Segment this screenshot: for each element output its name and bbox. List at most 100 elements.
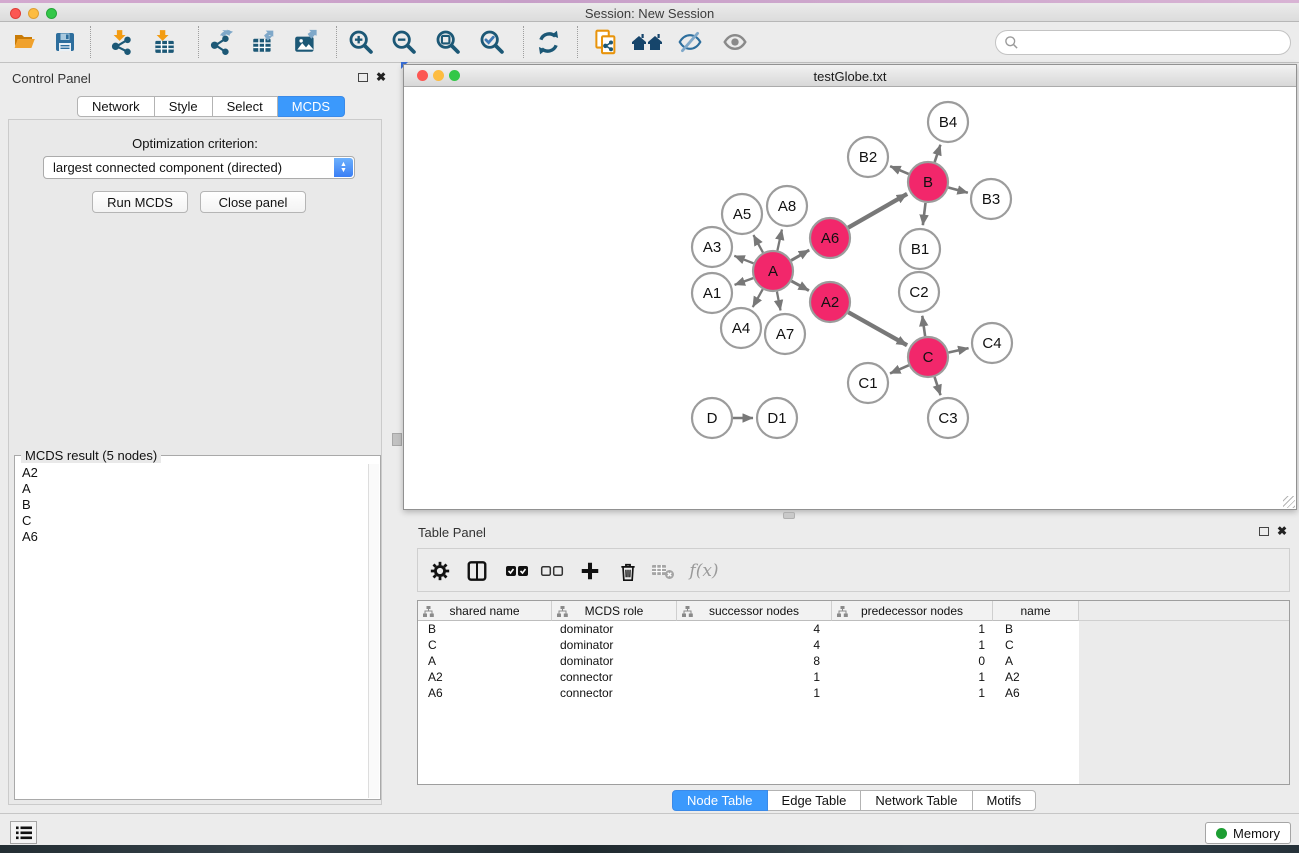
open-session-icon[interactable] xyxy=(8,27,42,57)
tab-node-table[interactable]: Node Table xyxy=(672,790,768,811)
network-window-titlebar[interactable]: testGlobe.txt xyxy=(404,65,1296,87)
refresh-icon[interactable] xyxy=(531,27,565,57)
table-cell[interactable]: 4 xyxy=(677,621,832,637)
table-cell[interactable]: A xyxy=(993,653,1079,669)
table-cell[interactable]: dominator xyxy=(552,621,677,637)
vertical-splitter-handle[interactable] xyxy=(392,433,402,446)
split-columns-icon[interactable] xyxy=(463,557,491,585)
graph-edge-B-B2[interactable] xyxy=(890,166,908,174)
function-builder-icon[interactable]: f(x) xyxy=(684,557,724,585)
column-header-successor-nodes[interactable]: successor nodes xyxy=(677,601,832,621)
float-table-panel-icon[interactable] xyxy=(1259,527,1269,536)
add-column-icon[interactable] xyxy=(576,557,604,585)
delete-column-icon[interactable] xyxy=(614,557,642,585)
mcds-result-list[interactable]: A2ABCA6 xyxy=(16,464,368,798)
run-mcds-button[interactable]: Run MCDS xyxy=(92,191,188,213)
home-icon[interactable] xyxy=(630,27,664,57)
task-history-button[interactable] xyxy=(10,821,37,844)
graph-edge-C-C2[interactable] xyxy=(922,316,925,336)
graph-edge-B-B3[interactable] xyxy=(948,187,968,192)
result-list-item[interactable]: A2 xyxy=(16,464,368,480)
table-cell[interactable]: 1 xyxy=(677,669,832,685)
table-cell[interactable]: A6 xyxy=(418,685,552,701)
table-cell[interactable]: connector xyxy=(552,685,677,701)
hide-panels-icon[interactable] xyxy=(673,27,707,57)
zoom-out-icon[interactable] xyxy=(387,27,421,57)
graph-edge-A-A3[interactable] xyxy=(734,256,753,264)
table-cell[interactable]: 1 xyxy=(677,685,832,701)
import-table-icon[interactable] xyxy=(147,27,181,57)
table-cell[interactable]: C xyxy=(418,637,552,653)
table-cell[interactable]: 1 xyxy=(832,685,993,701)
table-cell[interactable]: B xyxy=(993,621,1079,637)
table-cell[interactable]: A2 xyxy=(993,669,1079,685)
table-cell[interactable]: 1 xyxy=(832,621,993,637)
export-table-icon[interactable] xyxy=(246,27,280,57)
close-panel-button[interactable]: Close panel xyxy=(200,191,306,213)
tab-mcds[interactable]: MCDS xyxy=(278,96,345,117)
graph-edge-A2-C[interactable] xyxy=(848,312,907,345)
table-cell[interactable]: dominator xyxy=(552,637,677,653)
tab-motifs[interactable]: Motifs xyxy=(973,790,1037,811)
horizontal-splitter-handle[interactable] xyxy=(783,512,795,519)
import-network-icon[interactable] xyxy=(104,27,138,57)
select-all-checkboxes-icon[interactable] xyxy=(503,557,531,585)
graph-edge-A-A8[interactable] xyxy=(777,229,782,250)
close-table-panel-icon[interactable]: ✖ xyxy=(1277,526,1287,536)
export-network-icon[interactable] xyxy=(203,27,237,57)
tab-network-table[interactable]: Network Table xyxy=(861,790,972,811)
table-row[interactable]: Bdominator41B xyxy=(418,621,1079,637)
table-cell[interactable]: 0 xyxy=(832,653,993,669)
table-cell[interactable]: A2 xyxy=(418,669,552,685)
float-panel-icon[interactable] xyxy=(358,73,368,82)
show-panels-icon[interactable] xyxy=(718,27,752,57)
close-panel-icon[interactable]: ✖ xyxy=(376,72,386,82)
table-cell[interactable]: 8 xyxy=(677,653,832,669)
gear-icon[interactable] xyxy=(426,557,454,585)
save-session-icon[interactable] xyxy=(48,27,82,57)
column-header-shared-name[interactable]: shared name xyxy=(418,601,552,621)
network-canvas[interactable]: AA1A2A3A4A5A6A7A8BB1B2B3B4CC1C2C3C4DD1 xyxy=(404,87,1296,509)
table-cell[interactable]: A xyxy=(418,653,552,669)
table-cell[interactable]: B xyxy=(418,621,552,637)
tab-select[interactable]: Select xyxy=(213,96,278,117)
graph-edge-A-A2[interactable] xyxy=(791,281,808,291)
clear-checkboxes-icon[interactable] xyxy=(538,557,566,585)
graph-edge-A6-B[interactable] xyxy=(848,194,907,228)
table-cell[interactable]: dominator xyxy=(552,653,677,669)
graph-edge-A-A6[interactable] xyxy=(791,250,809,260)
table-row[interactable]: A6connector11A6 xyxy=(418,685,1079,701)
result-list-item[interactable]: A6 xyxy=(16,528,368,544)
graph-edge-B-B4[interactable] xyxy=(935,145,941,162)
table-row[interactable]: Adominator80A xyxy=(418,653,1079,669)
result-list-item[interactable]: C xyxy=(16,512,368,528)
graph-edge-C-C4[interactable] xyxy=(949,348,969,352)
table-cell[interactable]: A6 xyxy=(993,685,1079,701)
graph-edge-C-C1[interactable] xyxy=(890,365,909,373)
tab-network[interactable]: Network xyxy=(77,96,155,117)
result-list-item[interactable]: A xyxy=(16,480,368,496)
search-input[interactable] xyxy=(1019,33,1290,53)
table-row[interactable]: A2connector11A2 xyxy=(418,669,1079,685)
window-resize-grip[interactable] xyxy=(1283,496,1295,508)
graph-edge-C-C3[interactable] xyxy=(935,377,941,395)
table-cell[interactable]: C xyxy=(993,637,1079,653)
delete-table-icon[interactable] xyxy=(649,557,677,585)
graph-edge-A-A1[interactable] xyxy=(735,278,754,285)
column-header-name[interactable]: name xyxy=(993,601,1079,621)
column-header-predecessor-nodes[interactable]: predecessor nodes xyxy=(832,601,993,621)
graph-edge-B-B1[interactable] xyxy=(923,203,926,225)
criterion-dropdown[interactable]: largest connected component (directed) ▲… xyxy=(43,156,355,179)
export-image-icon[interactable] xyxy=(289,27,323,57)
table-cell[interactable]: 1 xyxy=(832,637,993,653)
result-scrollbar[interactable] xyxy=(368,464,379,798)
graph-edge-A-A4[interactable] xyxy=(753,289,763,307)
table-cell[interactable]: 4 xyxy=(677,637,832,653)
zoom-selected-icon[interactable] xyxy=(475,27,509,57)
copy-network-icon[interactable] xyxy=(589,27,623,57)
table-row[interactable]: Cdominator41C xyxy=(418,637,1079,653)
table-cell[interactable]: connector xyxy=(552,669,677,685)
table-cell[interactable]: 1 xyxy=(832,669,993,685)
graph-edge-A-A5[interactable] xyxy=(753,235,763,252)
column-header-MCDS-role[interactable]: MCDS role xyxy=(552,601,677,621)
